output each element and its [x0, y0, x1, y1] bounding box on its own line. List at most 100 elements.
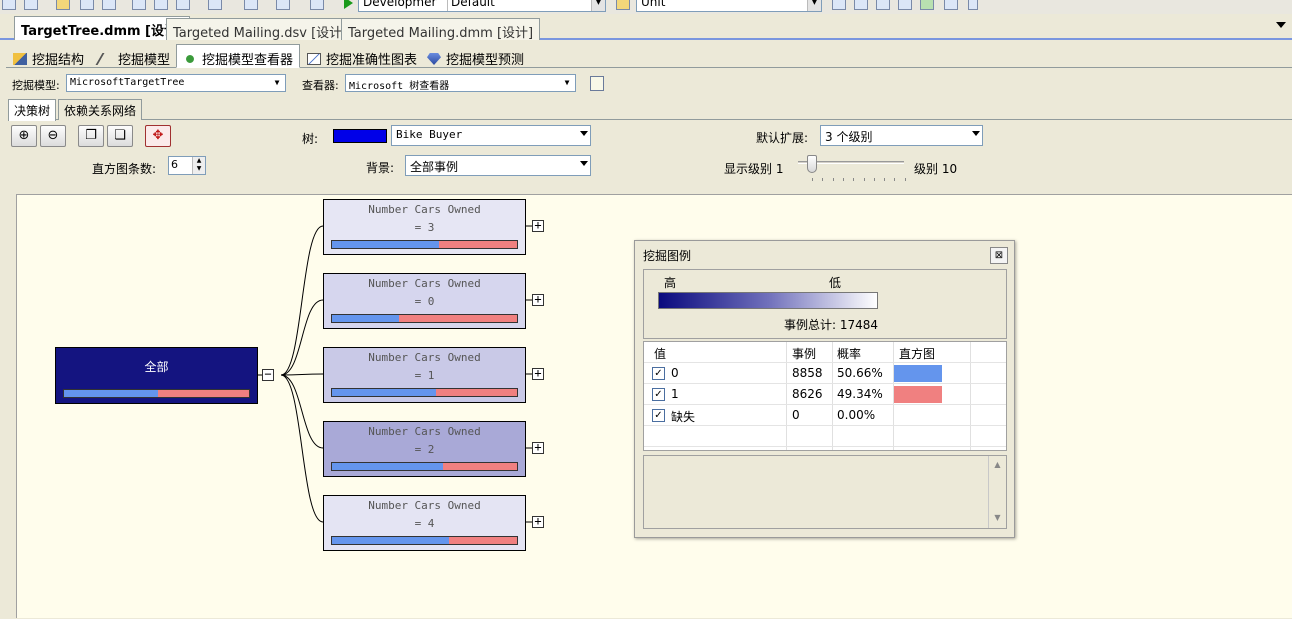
viewer-combo[interactable]: Microsoft 树查看器 ▼ [345, 74, 576, 92]
tab-mining-model-viewer[interactable]: 挖掘模型查看器 [176, 44, 301, 68]
tab-dependency-network[interactable]: 依赖关系网络 [58, 99, 143, 120]
legend-row-value: 缺失 [671, 410, 696, 424]
legend-row-checkbox[interactable]: ✓ [652, 367, 665, 380]
col-probability-header[interactable]: 概率 [837, 345, 861, 362]
expand-node-icon[interactable]: + [532, 441, 544, 454]
legend-title: 挖掘图例 [643, 249, 692, 263]
redo-icon[interactable] [244, 0, 258, 10]
save-icon[interactable] [80, 0, 94, 10]
show-level-max-value: 10 [941, 162, 958, 176]
slider-tick [822, 178, 824, 181]
legend-row[interactable]: ✓ 0 8858 50.66% [644, 363, 1006, 384]
doc-tab-targeted-mailing-dmm[interactable]: Targeted Mailing.dmm [设计] [341, 18, 541, 41]
tree-node-child[interactable]: Number Cars Owned = 2 [323, 421, 526, 477]
background-combo[interactable]: 全部事例 [405, 155, 591, 176]
legend-row-cases: 0 [792, 408, 800, 422]
stepper-arrows-icon[interactable]: ▲ ▼ [192, 157, 205, 174]
legend-low-label: 低 [829, 276, 842, 290]
size-to-fit-button[interactable]: ✥ [145, 125, 171, 147]
zoom-in-button[interactable]: ⊕ [11, 125, 37, 147]
copy-graph-button[interactable]: ❐ [78, 125, 104, 147]
legend-row[interactable]: ✓ 1 8626 49.34% [644, 384, 1006, 405]
properties-icon[interactable] [854, 0, 868, 10]
histogram-bars-stepper[interactable]: 6 ▲ ▼ [168, 156, 206, 175]
size-to-fit-icon: ✥ [152, 128, 164, 143]
undo-icon[interactable] [208, 0, 222, 10]
tab-decision-tree[interactable]: 决策树 [8, 99, 57, 121]
add-item-icon[interactable] [24, 0, 38, 10]
show-level-slider-thumb[interactable] [807, 155, 817, 173]
expand-node-icon[interactable]: + [532, 219, 544, 232]
cut-icon[interactable] [132, 0, 146, 10]
histogram-bar-1 [435, 389, 517, 396]
legend-row-probability: 0.00% [837, 408, 876, 422]
doc-tab-targettree[interactable]: TargetTree.dmm [设计] [14, 16, 190, 40]
histogram-bar-0 [332, 537, 449, 544]
mining-legend-window[interactable]: 挖掘图例 ⊠ 高 低 事例总计: 17484 值 事例 概率 直方图 ✓ 0 885… [634, 240, 1015, 538]
legend-row-checkbox[interactable]: ✓ [652, 409, 665, 422]
save-all-icon[interactable] [102, 0, 116, 10]
viewer-label: 查看器: [302, 79, 339, 92]
node-condition-label: = 4 [414, 517, 435, 530]
mining-model-combo[interactable]: MicrosoftTargetTree ▼ [66, 74, 286, 92]
solution-config-combo[interactable]: Developmer Default ▼ [358, 0, 606, 12]
document-tab-strip: TargetTree.dmm [设计] Targeted Mailing.dsv… [0, 14, 1292, 41]
scroll-down-icon[interactable]: ▼ [989, 513, 1006, 522]
histogram-bar-1 [439, 241, 517, 248]
copy-graph-view-button[interactable]: ❏ [107, 125, 133, 147]
paste-icon[interactable] [176, 0, 190, 10]
expand-node-icon[interactable]: + [532, 367, 544, 380]
legend-total-value: 17484 [839, 318, 879, 332]
tab-mining-model-prediction[interactable]: 挖掘模型预测 [420, 44, 531, 68]
col-cases-header[interactable]: 事例 [792, 345, 816, 362]
legend-row[interactable]: ✓ 缺失 0 0.00% [644, 405, 1006, 426]
slider-tick [863, 178, 865, 181]
tab-mining-structure[interactable]: 挖掘结构 [6, 44, 91, 68]
tree-node-root[interactable]: 全部 [55, 347, 258, 404]
find-combo[interactable]: Unit ▼ [636, 0, 822, 12]
legend-close-button[interactable]: ⊠ [990, 247, 1008, 264]
collapse-root-icon[interactable]: − [262, 368, 274, 381]
window-icon[interactable] [944, 0, 958, 10]
slider-tick [894, 178, 896, 181]
toolbox-icon[interactable] [898, 0, 912, 10]
start-debug-icon[interactable] [344, 0, 353, 9]
default-expand-combo[interactable]: 3 个级别 [820, 125, 983, 146]
refresh-icon[interactable] [590, 76, 604, 91]
legend-scrollbar[interactable]: ▲ ▼ [988, 456, 1006, 528]
tree-node-child[interactable]: Number Cars Owned = 1 [323, 347, 526, 403]
tree-combo[interactable]: Bike Buyer [391, 125, 591, 146]
copy-icon[interactable] [154, 0, 168, 10]
col-histogram-header[interactable]: 直方图 [899, 345, 935, 362]
expand-node-icon[interactable]: + [532, 515, 544, 528]
zoom-out-button[interactable]: ⊖ [40, 125, 66, 147]
navigate-forward-icon[interactable] [310, 0, 324, 10]
tree-node-child[interactable]: Number Cars Owned = 4 [323, 495, 526, 551]
dropdown-icon[interactable] [2, 0, 16, 10]
navigate-back-icon[interactable] [276, 0, 290, 10]
tab-overflow-icon[interactable] [1276, 22, 1286, 28]
overflow-icon[interactable] [968, 0, 978, 10]
process-icon[interactable] [920, 0, 934, 10]
tree-connector [280, 374, 324, 523]
tree-node-child[interactable]: Number Cars Owned = 3 [323, 199, 526, 255]
main-toolbar: Developmer Default ▼ Unit ▼ [0, 0, 1292, 14]
scroll-up-icon[interactable]: ▲ [989, 460, 1006, 469]
col-value-header[interactable]: 值 [654, 345, 666, 362]
chevron-down-icon: ▼ [274, 78, 280, 87]
find-icon[interactable] [832, 0, 846, 10]
background-value: 全部事例 [410, 160, 459, 174]
copy-view-icon: ❏ [114, 128, 126, 143]
find-in-files-icon[interactable] [616, 0, 630, 10]
tab-mining-accuracy-chart[interactable]: 挖掘准确性图表 [300, 44, 424, 68]
slider-tick [873, 178, 875, 181]
object-browser-icon[interactable] [876, 0, 890, 10]
node-histogram [331, 314, 518, 323]
node-condition-label: = 1 [414, 369, 435, 382]
open-icon[interactable] [56, 0, 70, 10]
doc-tab-targeted-mailing-dsv[interactable]: Targeted Mailing.dsv [设计] [166, 18, 355, 41]
tab-mining-models[interactable]: 挖掘模型 [92, 44, 177, 68]
tree-node-child[interactable]: Number Cars Owned = 0 [323, 273, 526, 329]
legend-row-checkbox[interactable]: ✓ [652, 388, 665, 401]
expand-node-icon[interactable]: + [532, 293, 544, 306]
